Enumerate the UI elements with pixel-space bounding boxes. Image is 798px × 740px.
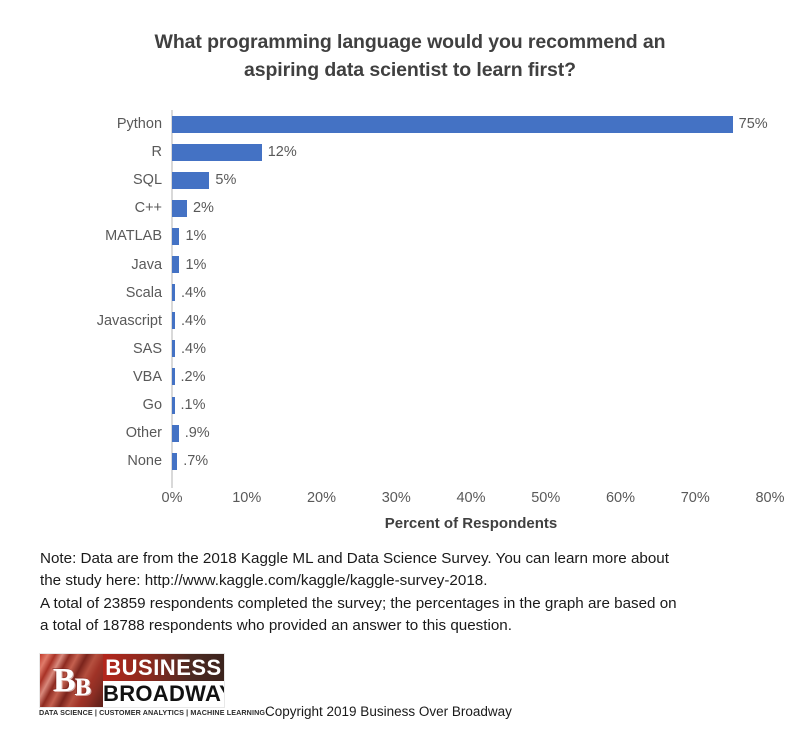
- x-tick-label: 40%: [456, 490, 486, 506]
- x-tick-label: 60%: [605, 490, 636, 506]
- value-label-r: 12%: [267, 144, 297, 161]
- bar-row: Javascript .4%: [97, 307, 770, 335]
- value-label-python: 75%: [738, 116, 768, 132]
- bar-row: None .7%: [127, 447, 770, 475]
- logo-word-business: BUSINESS: [103, 654, 224, 681]
- bar-c-[interactable]: [172, 199, 187, 217]
- bar-sql[interactable]: [172, 171, 210, 189]
- category-label-sql: SQL: [133, 172, 163, 189]
- x-tick-label: 70%: [680, 490, 710, 506]
- value-label-javascript: .4%: [180, 312, 206, 329]
- value-label-other: .9%: [184, 425, 210, 442]
- value-label-matlab: 1%: [185, 228, 207, 245]
- x-tick-label: 0%: [161, 490, 183, 506]
- category-label-sas: SAS: [133, 340, 163, 357]
- bar-row: Java 1%: [131, 251, 770, 279]
- logo-monogram-letter: B: [52, 662, 76, 699]
- chart-title-line-1: What programming language would you reco…: [154, 31, 666, 53]
- bar-other[interactable]: [172, 424, 179, 442]
- logo-monogram-subletter: B: [74, 674, 92, 701]
- note-line-4: a total of 18788 respondents who provide…: [40, 617, 512, 635]
- logo-tagline: DATA SCIENCE | CUSTOMER ANALYTICS | MACH…: [39, 708, 266, 717]
- chart-plot-wrapper: Python 75% R 12% SQL 5% C++ 2% MATLAB 1% Java 1% Sca…: [0, 105, 798, 532]
- logo-bb-monogram-panel: BB: [40, 654, 103, 707]
- category-label-scala: Scala: [125, 284, 163, 301]
- bar-row: Python 75%: [117, 110, 770, 138]
- category-label-python: Python: [116, 116, 163, 132]
- category-label-matlab: MATLAB: [105, 228, 163, 245]
- x-tick-label: 50%: [531, 490, 561, 506]
- bar-r[interactable]: [172, 143, 262, 161]
- bar-row: Other .9%: [126, 419, 770, 447]
- value-label-sql: 5%: [215, 172, 237, 189]
- note-line-2: the study here: http://www.kaggle.com/ka…: [40, 572, 488, 590]
- category-label-c-: C++: [134, 200, 163, 217]
- value-label-c-: 2%: [192, 200, 214, 217]
- bar-row: SQL 5%: [133, 166, 770, 194]
- x-tick-label: 30%: [381, 490, 411, 506]
- plot-area: Python 75% R 12% SQL 5% C++ 2% MATLAB 1% Java 1% Sca…: [97, 110, 770, 482]
- category-label-go: Go: [142, 397, 163, 413]
- category-label-none: None: [127, 453, 163, 470]
- value-label-none: .7%: [183, 453, 209, 470]
- x-tick-label: 20%: [306, 490, 337, 506]
- chart-title-line-2: aspiring data scientist to learn first?: [243, 59, 576, 81]
- bar-row: Go .1%: [143, 391, 770, 419]
- footer: BB BUSINESS BROADWAY DATA SCIENCE | CUST…: [0, 652, 798, 732]
- bar-java[interactable]: [172, 256, 180, 273]
- chart-note: Note: Data are from the 2018 Kaggle ML a…: [40, 548, 780, 638]
- bar-row: SAS .4%: [133, 335, 770, 363]
- x-tick-label: 80%: [755, 490, 785, 506]
- chart-title: What programming language would you reco…: [60, 28, 760, 84]
- value-label-go: .1%: [180, 397, 206, 413]
- logo-wordmark: BUSINESS BROADWAY: [103, 654, 224, 707]
- bar-python[interactable]: [172, 115, 733, 133]
- logo-word-broadway: BROADWAY: [103, 681, 225, 707]
- value-label-sas: .4%: [180, 340, 206, 357]
- bar-row: Scala .4%: [126, 279, 770, 307]
- bar-row: VBA .2%: [133, 363, 770, 391]
- category-label-javascript: Javascript: [96, 312, 163, 329]
- bar-row: R 12%: [152, 138, 770, 166]
- value-label-vba: .2%: [180, 368, 206, 385]
- category-label-r: R: [151, 144, 163, 161]
- note-line-1: Note: Data are from the 2018 Kaggle ML a…: [40, 550, 669, 567]
- note-line-3: A total of 23859 respondents completed t…: [40, 594, 677, 612]
- business-over-broadway-logo: BB BUSINESS BROADWAY DATA SCIENCE | CUST…: [39, 653, 266, 725]
- bar-matlab[interactable]: [172, 227, 180, 245]
- category-label-java: Java: [131, 256, 163, 273]
- bar-row: C++ 2%: [135, 194, 770, 222]
- x-axis-ticks: 0% 10% 20% 30% 40% 50% 60% 70% 80%: [162, 490, 785, 514]
- x-axis-title: Percent of Respondents: [384, 515, 558, 532]
- x-tick-label: 10%: [232, 490, 262, 506]
- copyright-text: Copyright 2019 Business Over Broadway: [265, 704, 512, 719]
- value-label-scala: .4%: [180, 284, 206, 301]
- logo-main-block: BB BUSINESS BROADWAY: [39, 653, 225, 708]
- category-label-other: Other: [125, 425, 163, 442]
- logo-bb-monogram-text: BB: [40, 654, 103, 707]
- bar-row: MATLAB 1%: [105, 222, 770, 250]
- category-label-vba: VBA: [133, 368, 163, 385]
- value-label-java: 1%: [185, 256, 207, 273]
